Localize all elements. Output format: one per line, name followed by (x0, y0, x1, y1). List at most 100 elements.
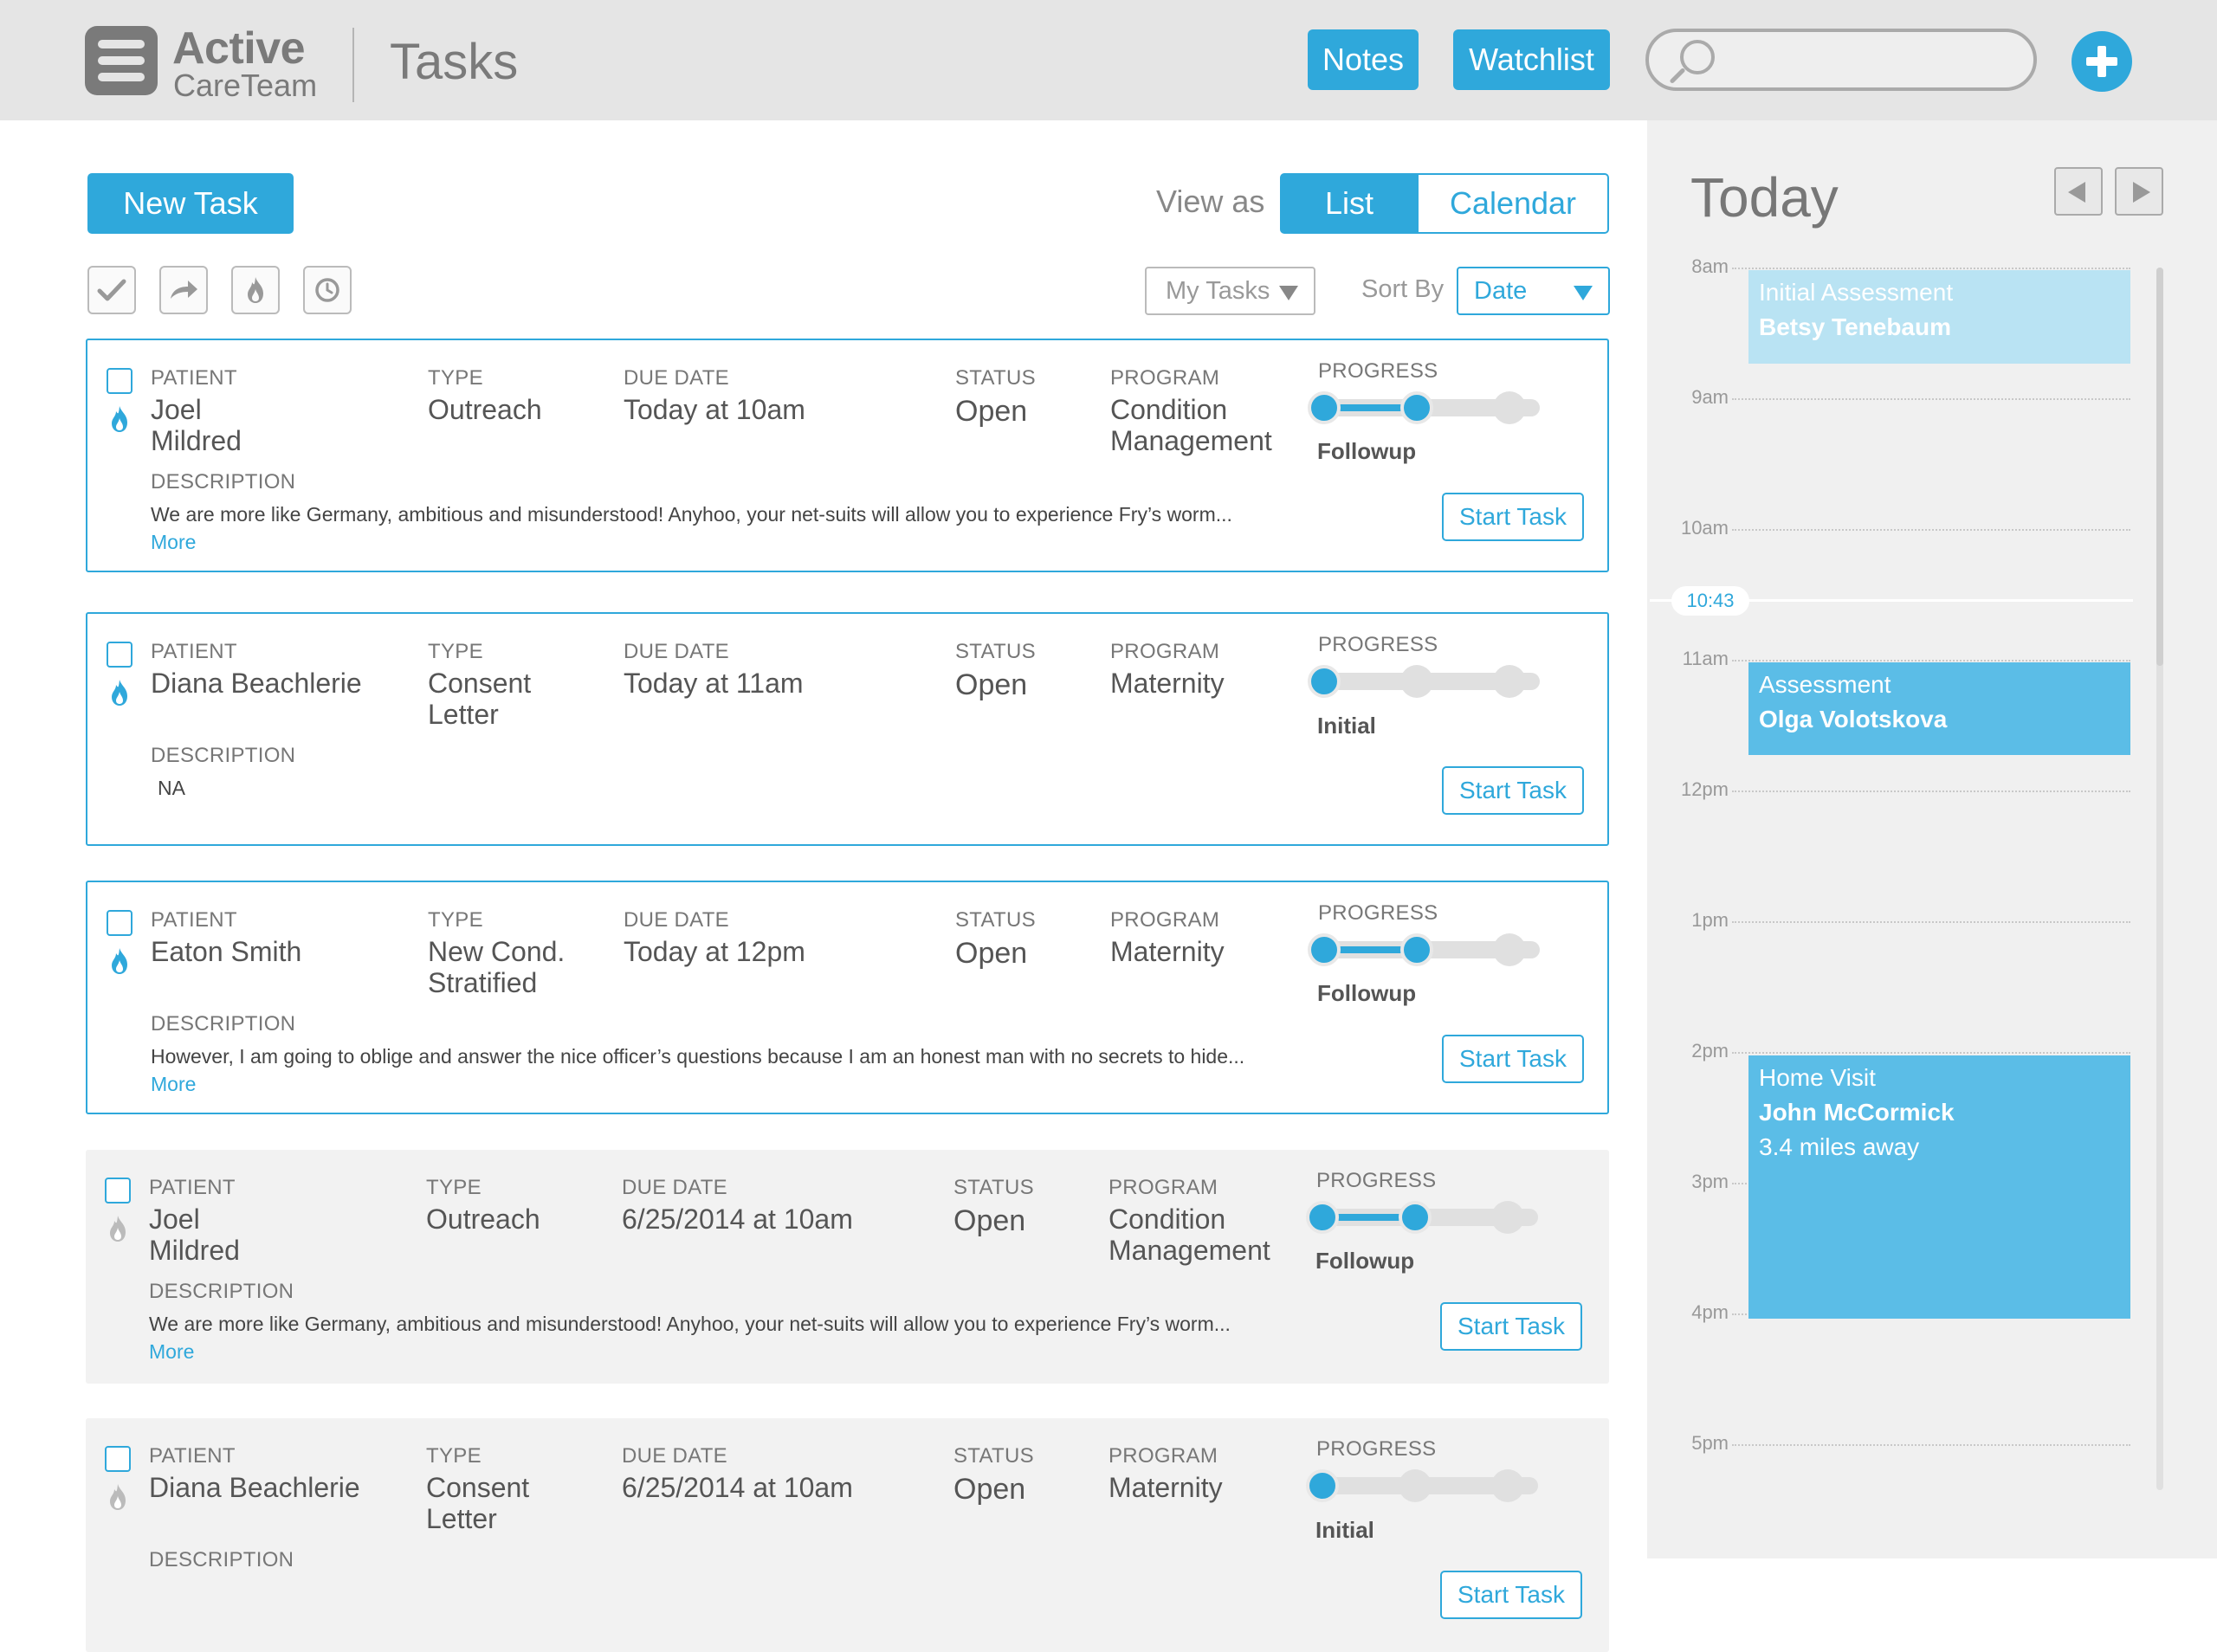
view-as-label: View as (1156, 184, 1265, 219)
program-label: PROGRAM (1108, 1176, 1218, 1199)
progress-step (1399, 1201, 1432, 1234)
chevron-down-icon (1574, 286, 1593, 300)
task-checkbox[interactable] (105, 1178, 131, 1204)
task-card: PATIENT Diana Beachlerie TYPE Consent Letter… (86, 1418, 1609, 1652)
new-task-button[interactable]: New Task (87, 173, 294, 234)
fire-icon (110, 1484, 126, 1510)
patient-label: PATIENT (149, 1444, 236, 1468)
progress-step (1306, 1201, 1339, 1234)
current-time-badge: 10:43 (1671, 586, 1749, 616)
progress-step (1400, 391, 1433, 424)
page-title: Tasks (390, 34, 519, 90)
progress-step (1400, 933, 1433, 966)
program-label: PROGRAM (1108, 1444, 1218, 1468)
hour-label: 10am (1680, 517, 1729, 539)
task-checkbox[interactable] (105, 1446, 131, 1472)
priority-action-button[interactable] (231, 266, 280, 314)
due-date: 6/25/2014 at 10am (622, 1472, 853, 1503)
progress-stage: Initial (1315, 1517, 1374, 1543)
type-label: TYPE (426, 1176, 482, 1199)
type-label: TYPE (428, 908, 483, 932)
patient-name: Eaton Smith (151, 936, 302, 967)
app-logo-icon (85, 26, 158, 95)
task-type: Outreach (426, 1204, 540, 1235)
event-type: Home Visit (1759, 1064, 1876, 1091)
event-type: Assessment (1759, 671, 1891, 698)
patient-label: PATIENT (151, 640, 237, 663)
progress-step (1306, 1469, 1339, 1502)
calendar-title: Today (1690, 166, 1839, 229)
progress-step (1493, 665, 1526, 698)
description-label: DESCRIPTION (151, 1012, 296, 1036)
task-type: Consent Letter (428, 668, 532, 730)
next-day-button[interactable] (2115, 167, 2163, 216)
more-link[interactable]: More (149, 1340, 194, 1364)
start-task-button[interactable]: Start Task (1440, 1571, 1582, 1619)
forward-action-button[interactable] (159, 266, 208, 314)
progress-label: PROGRESS (1316, 1169, 1437, 1192)
header-divider (352, 28, 354, 102)
view-calendar-tab[interactable]: Calendar (1419, 173, 1609, 234)
task-status: Open (953, 1473, 1026, 1506)
calendar-scrollbar[interactable] (2156, 268, 2163, 1490)
snooze-action-button[interactable] (303, 266, 352, 314)
task-card: PATIENT Joel Mildred TYPE Outreach DUE DATE To… (86, 339, 1609, 572)
arrow-left-icon (2068, 182, 2085, 203)
hour-gridline (1732, 791, 2130, 792)
task-filter-select[interactable]: My Tasks (1145, 267, 1315, 315)
hour-label: 4pm (1691, 1301, 1729, 1323)
start-task-button[interactable]: Start Task (1442, 1035, 1584, 1083)
event-patient: Olga Volotskova (1759, 706, 1948, 732)
more-link[interactable]: More (151, 531, 196, 554)
hour-gridline (1732, 921, 2130, 923)
calendar-event[interactable]: Assessment Olga Volotskova (1748, 662, 2130, 755)
notes-button[interactable]: Notes (1308, 29, 1419, 90)
patient-label: PATIENT (151, 908, 237, 932)
task-status: Open (955, 395, 1028, 428)
patient-name: Diana Beachlerie (151, 668, 362, 699)
watchlist-button[interactable]: Watchlist (1453, 29, 1610, 90)
complete-action-button[interactable] (87, 266, 136, 314)
progress-stage: Followup (1315, 1248, 1415, 1274)
event-patient: Betsy Tenebaum (1759, 313, 1951, 340)
patient-name: Diana Beachlerie (149, 1472, 360, 1503)
task-description: We are more like Germany, ambitious and … (149, 1313, 1231, 1335)
progress-step (1308, 665, 1341, 698)
add-button[interactable] (2072, 31, 2132, 92)
calendar-event[interactable]: Home Visit John McCormick 3.4 miles away (1748, 1055, 2130, 1319)
start-task-button[interactable]: Start Task (1442, 766, 1584, 815)
progress-step (1308, 391, 1341, 424)
program-label: PROGRAM (1110, 908, 1220, 932)
arrow-right-icon (2133, 182, 2150, 203)
task-filter-value: My Tasks (1166, 276, 1270, 305)
task-checkbox[interactable] (107, 368, 133, 394)
hour-label: 2pm (1691, 1040, 1729, 1062)
progress-label: PROGRESS (1318, 901, 1438, 925)
progress-stage: Followup (1317, 980, 1417, 1006)
calendar-event[interactable]: Initial Assessment Betsy Tenebaum (1748, 270, 2130, 364)
hour-gridline (1732, 660, 2130, 661)
search-input[interactable] (1645, 29, 2037, 91)
clock-icon (315, 278, 339, 302)
progress-stage: Initial (1317, 713, 1376, 739)
description-label: DESCRIPTION (149, 1280, 294, 1303)
start-task-button[interactable]: Start Task (1440, 1302, 1582, 1351)
task-checkbox[interactable] (107, 642, 133, 668)
type-label: TYPE (426, 1444, 482, 1468)
sort-select[interactable]: Date (1457, 267, 1610, 315)
progress-label: PROGRESS (1318, 633, 1438, 656)
program-name: Maternity (1108, 1472, 1223, 1503)
description-label: DESCRIPTION (149, 1548, 294, 1571)
task-status: Open (955, 668, 1028, 701)
prev-day-button[interactable] (2054, 167, 2103, 216)
progress-step (1400, 665, 1433, 698)
progress-label: PROGRESS (1318, 359, 1438, 383)
task-description: However, I am going to oblige and answer… (151, 1045, 1245, 1068)
task-checkbox[interactable] (107, 910, 133, 936)
view-list-tab[interactable]: List (1280, 173, 1419, 234)
more-link[interactable]: More (151, 1073, 196, 1096)
program-label: PROGRAM (1110, 640, 1220, 663)
scrollbar-thumb[interactable] (2156, 268, 2163, 666)
fire-icon (248, 277, 263, 303)
start-task-button[interactable]: Start Task (1442, 493, 1584, 541)
